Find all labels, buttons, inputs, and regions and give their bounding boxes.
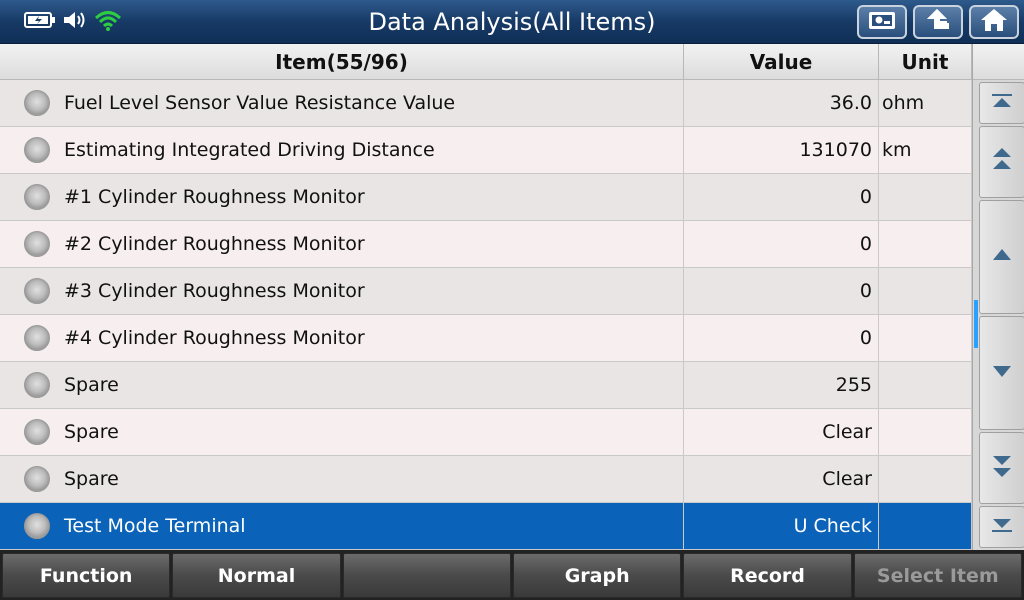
table-body: Fuel Level Sensor Value Resistance Value… <box>0 80 972 550</box>
back-button[interactable] <box>913 5 963 39</box>
scroll-bottom-button[interactable] <box>979 506 1024 548</box>
item-cell: Spare <box>0 362 684 408</box>
scroll-bottom-icon <box>990 516 1014 538</box>
unit-cell <box>879 268 972 314</box>
home-button[interactable] <box>969 5 1019 39</box>
item-label: Fuel Level Sensor Value Resistance Value <box>64 92 456 114</box>
table-row[interactable]: Test Mode Terminal U Check <box>0 503 972 550</box>
data-table: Item(55/96) Value Unit Fuel Level Sensor… <box>0 44 972 550</box>
item-cell: Test Mode Terminal <box>0 503 684 549</box>
value-cell: 36.0 <box>684 80 879 126</box>
radio-button[interactable] <box>24 184 50 210</box>
unit-cell <box>879 409 972 455</box>
bottom-toolbar: Function Normal Graph Record Select Item <box>0 550 1024 600</box>
value-cell: 0 <box>684 174 879 220</box>
table-row[interactable]: Estimating Integrated Driving Distance 13… <box>0 127 972 174</box>
column-header-unit: Unit <box>879 44 972 79</box>
scroll-position-indicator[interactable] <box>974 300 978 348</box>
unit-cell: km <box>879 127 972 173</box>
radio-button[interactable] <box>24 278 50 304</box>
table-row[interactable]: Spare Clear <box>0 409 972 456</box>
item-label: #2 Cylinder Roughness Monitor <box>64 233 365 255</box>
normal-button[interactable]: Normal <box>172 553 341 598</box>
home-icon <box>979 7 1009 37</box>
item-cell: #4 Cylinder Roughness Monitor <box>0 315 684 361</box>
scroll-top-icon <box>990 92 1014 114</box>
value-cell: 0 <box>684 221 879 267</box>
blank-button[interactable] <box>342 553 511 598</box>
graph-button[interactable]: Graph <box>512 553 682 598</box>
scroll-up-button[interactable] <box>979 200 1024 314</box>
item-label: #3 Cylinder Roughness Monitor <box>64 280 365 302</box>
value-cell: 131070 <box>684 127 879 173</box>
radio-button[interactable] <box>24 372 50 398</box>
column-header-item: Item(55/96) <box>0 44 684 79</box>
table-row[interactable]: #3 Cylinder Roughness Monitor 0 <box>0 268 972 315</box>
item-cell: Spare <box>0 409 684 455</box>
item-cell: #1 Cylinder Roughness Monitor <box>0 174 684 220</box>
value-cell: 0 <box>684 315 879 361</box>
radio-button[interactable] <box>24 90 50 116</box>
radio-button[interactable] <box>24 231 50 257</box>
unit-cell <box>879 362 972 408</box>
item-cell: Estimating Integrated Driving Distance <box>0 127 684 173</box>
record-button[interactable]: Record <box>683 553 852 598</box>
scroll-top-button[interactable] <box>979 82 1024 124</box>
page-up-icon <box>990 146 1014 178</box>
item-cell: #3 Cylinder Roughness Monitor <box>0 268 684 314</box>
page-up-button[interactable] <box>979 126 1024 198</box>
scroll-down-button[interactable] <box>979 316 1024 430</box>
item-cell: Fuel Level Sensor Value Resistance Value <box>0 80 684 126</box>
table-row[interactable]: #4 Cylinder Roughness Monitor 0 <box>0 315 972 362</box>
table-row[interactable]: #2 Cylinder Roughness Monitor 0 <box>0 221 972 268</box>
radio-button[interactable] <box>24 325 50 351</box>
unit-cell <box>879 221 972 267</box>
table-row[interactable]: Fuel Level Sensor Value Resistance Value… <box>0 80 972 127</box>
scroll-header <box>973 44 1024 80</box>
scroll-panel <box>972 44 1024 550</box>
back-icon <box>923 7 953 37</box>
unit-cell <box>879 174 972 220</box>
screenshot-button[interactable] <box>857 5 907 39</box>
item-label: Spare <box>64 421 119 443</box>
item-label: Test Mode Terminal <box>64 515 246 537</box>
item-cell: #2 Cylinder Roughness Monitor <box>0 221 684 267</box>
unit-cell <box>879 456 972 502</box>
screenshot-icon <box>867 9 897 35</box>
table-row[interactable]: Spare Clear <box>0 456 972 503</box>
item-label: Spare <box>64 374 119 396</box>
item-label: #4 Cylinder Roughness Monitor <box>64 327 365 349</box>
radio-button[interactable] <box>24 137 50 163</box>
value-cell: 0 <box>684 268 879 314</box>
radio-button[interactable] <box>24 466 50 492</box>
value-cell: Clear <box>684 409 879 455</box>
page-down-icon <box>990 452 1014 484</box>
title-bar: Data Analysis(All Items) <box>0 0 1024 44</box>
column-header-value: Value <box>684 44 879 79</box>
table-row[interactable]: #1 Cylinder Roughness Monitor 0 <box>0 174 972 221</box>
unit-cell: ohm <box>879 80 972 126</box>
up-icon <box>990 246 1014 268</box>
item-label: Estimating Integrated Driving Distance <box>64 139 435 161</box>
down-icon <box>990 362 1014 384</box>
value-cell: U Check <box>684 503 879 549</box>
value-cell: 255 <box>684 362 879 408</box>
value-cell: Clear <box>684 456 879 502</box>
select-item-button[interactable]: Select Item <box>853 553 1022 598</box>
item-label: #1 Cylinder Roughness Monitor <box>64 186 365 208</box>
item-label: Spare <box>64 468 119 490</box>
unit-cell <box>879 315 972 361</box>
radio-button[interactable] <box>24 419 50 445</box>
unit-cell <box>879 503 972 549</box>
radio-button[interactable] <box>24 513 50 539</box>
function-button[interactable]: Function <box>2 553 171 598</box>
table-row[interactable]: Spare 255 <box>0 362 972 409</box>
table-header: Item(55/96) Value Unit <box>0 44 972 80</box>
item-cell: Spare <box>0 456 684 502</box>
page-down-button[interactable] <box>979 432 1024 504</box>
